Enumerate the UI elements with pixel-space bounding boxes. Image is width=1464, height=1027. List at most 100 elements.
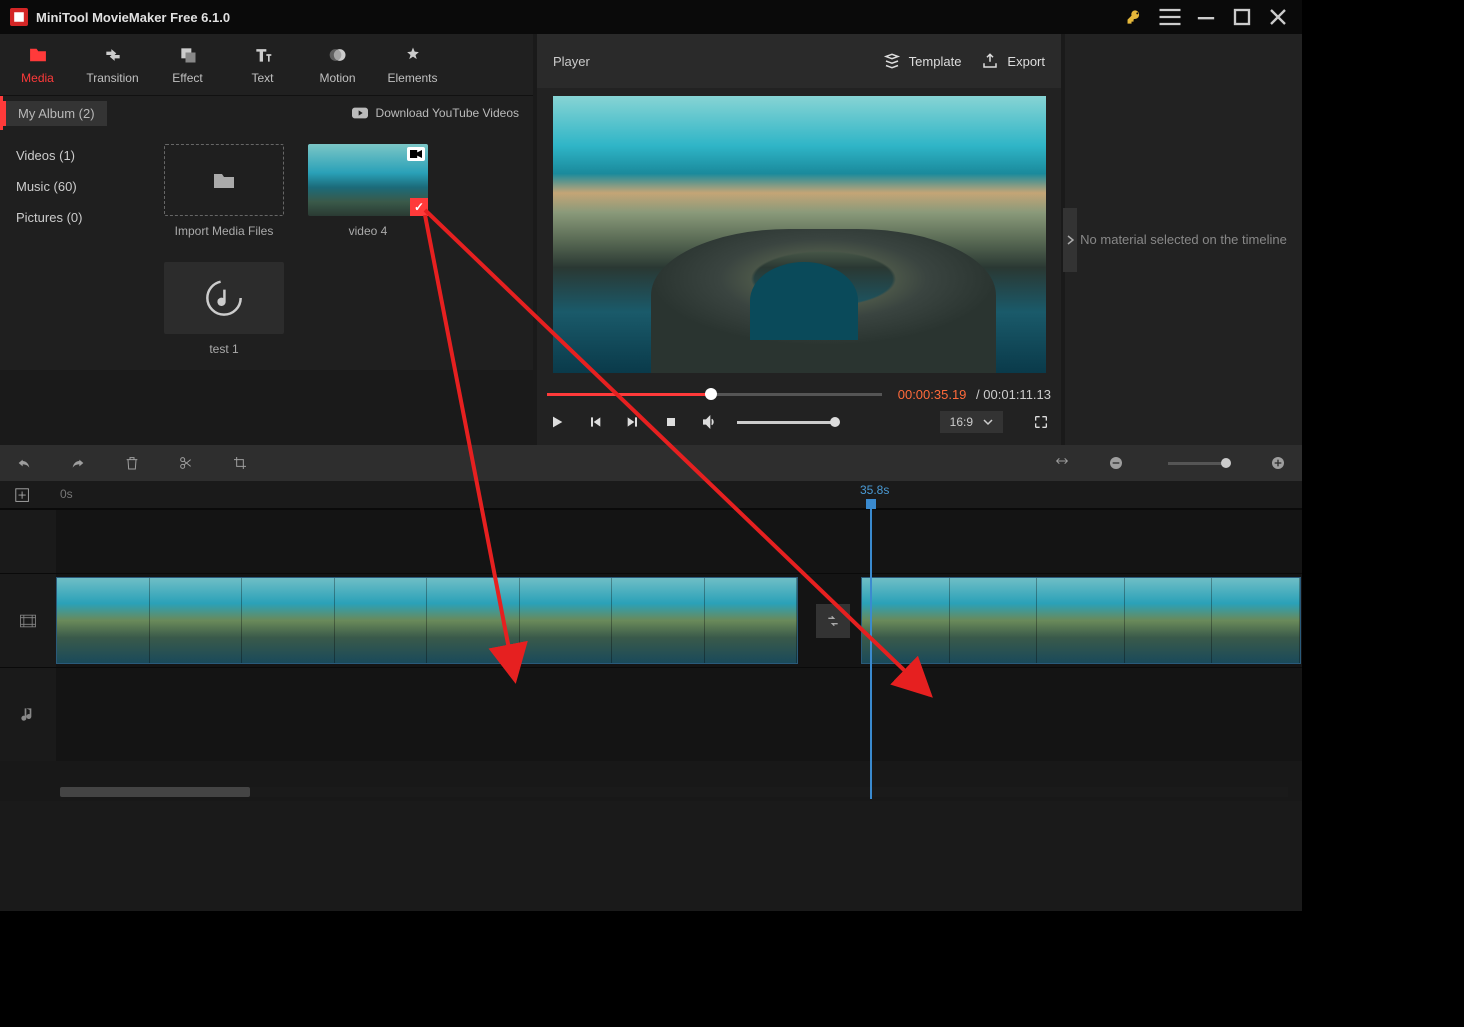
tab-label: Motion	[319, 71, 355, 85]
tab-label: Transition	[86, 71, 138, 85]
music-label: test 1	[209, 342, 238, 356]
tab-motion[interactable]: Motion	[300, 34, 375, 95]
stop-button[interactable]	[661, 412, 681, 432]
import-media-thumb[interactable]	[164, 144, 284, 216]
timeline-clip-2[interactable]	[861, 577, 1301, 664]
template-button[interactable]: Template	[883, 52, 962, 70]
ruler-zero: 0s	[60, 487, 73, 501]
tab-label: Elements	[387, 71, 437, 85]
timeline-scrollbar[interactable]	[60, 787, 1288, 797]
transition-slot[interactable]	[816, 604, 850, 638]
tab-media[interactable]: Media	[0, 34, 75, 95]
fullscreen-button[interactable]	[1031, 412, 1051, 432]
zoom-knob[interactable]	[1221, 458, 1231, 468]
delete-button[interactable]	[122, 453, 142, 473]
zoom-in-button[interactable]	[1268, 453, 1288, 473]
props-empty-text: No material selected on the timeline	[1080, 232, 1287, 247]
playhead-time: 35.8s	[860, 483, 889, 497]
tab-text[interactable]: Text	[225, 34, 300, 95]
app-icon	[10, 8, 28, 26]
export-label: Export	[1007, 54, 1045, 69]
audio-track-icon	[0, 668, 56, 761]
video-track-icon	[0, 574, 56, 667]
tab-effect[interactable]: Effect	[150, 34, 225, 95]
scrub-knob[interactable]	[705, 388, 717, 400]
overlay-track[interactable]	[0, 509, 1302, 573]
scrub-progress	[547, 393, 711, 396]
media-item-test1[interactable]: test 1	[164, 262, 284, 356]
audio-track[interactable]	[0, 667, 1302, 761]
download-youtube-link[interactable]: Download YouTube Videos	[352, 106, 519, 120]
app-title: MiniTool MovieMaker Free 6.1.0	[36, 10, 230, 25]
video-track[interactable]	[0, 573, 1302, 667]
player-panel: Player Template Export	[537, 34, 1061, 445]
template-label: Template	[909, 54, 962, 69]
titlebar: MiniTool MovieMaker Free 6.1.0	[0, 0, 1302, 34]
tab-label: Effect	[172, 71, 202, 85]
media-item-video4[interactable]: video 4	[308, 144, 428, 238]
video-preview[interactable]	[553, 96, 1046, 373]
next-frame-button[interactable]	[623, 412, 643, 432]
player-viewport	[537, 88, 1061, 373]
crop-button[interactable]	[230, 453, 250, 473]
menu-icon[interactable]	[1156, 3, 1184, 31]
prev-frame-button[interactable]	[585, 412, 605, 432]
scrollbar-thumb[interactable]	[60, 787, 250, 797]
timeline: 0s 35.8s	[0, 481, 1302, 801]
video-thumb[interactable]	[308, 144, 428, 216]
maximize-button[interactable]	[1228, 3, 1256, 31]
app-root: MiniTool MovieMaker Free 6.1.0 Media	[0, 0, 1302, 911]
fit-button[interactable]	[1052, 453, 1072, 473]
tab-label: Text	[251, 71, 273, 85]
timeline-ruler[interactable]: 0s 35.8s	[0, 481, 1302, 509]
zoom-slider[interactable]	[1168, 462, 1226, 465]
music-thumb[interactable]	[164, 262, 284, 334]
video-label: video 4	[349, 224, 388, 238]
player-title: Player	[553, 54, 863, 69]
undo-button[interactable]	[14, 453, 34, 473]
import-media-item[interactable]: Import Media Files	[164, 144, 284, 238]
album-sidebar: Videos (1) Music (60) Pictures (0)	[0, 130, 150, 370]
close-button[interactable]	[1264, 3, 1292, 31]
volume-knob[interactable]	[830, 417, 840, 427]
selected-check-icon	[410, 198, 428, 216]
add-track-button[interactable]	[14, 487, 32, 505]
tool-tabs: Media Transition Effect Text Motion	[0, 34, 533, 96]
sidebar-item-pictures[interactable]: Pictures (0)	[0, 202, 150, 233]
tab-label: Media	[21, 71, 54, 85]
zoom-out-button[interactable]	[1106, 453, 1126, 473]
expand-props-button[interactable]	[1063, 208, 1077, 272]
media-panel: My Album (2) Download YouTube Videos Vid…	[0, 96, 533, 370]
timeline-clip-1[interactable]	[56, 577, 798, 664]
sidebar-item-music[interactable]: Music (60)	[0, 171, 150, 202]
media-grid: Import Media Files video 4	[150, 130, 533, 370]
tab-transition[interactable]: Transition	[75, 34, 150, 95]
volume-icon[interactable]	[699, 412, 719, 432]
sidebar-item-videos[interactable]: Videos (1)	[0, 140, 150, 171]
redo-button[interactable]	[68, 453, 88, 473]
album-title[interactable]: My Album (2)	[3, 101, 107, 126]
ratio-value: 16:9	[950, 415, 973, 429]
split-button[interactable]	[176, 453, 196, 473]
aspect-ratio-select[interactable]: 16:9	[940, 411, 1003, 433]
import-label: Import Media Files	[175, 224, 274, 238]
player-header: Player Template Export	[537, 34, 1061, 88]
player-controls: 00:00:35.19 / 00:01:11.13	[537, 373, 1061, 445]
scrub-bar[interactable]: 00:00:35.19 / 00:01:11.13	[547, 391, 1051, 397]
playhead-handle[interactable]	[866, 499, 876, 509]
properties-panel: No material selected on the timeline	[1065, 34, 1302, 445]
timeline-toolbar	[0, 445, 1302, 481]
download-label: Download YouTube Videos	[376, 106, 519, 120]
playhead-line[interactable]	[870, 509, 872, 799]
play-button[interactable]	[547, 412, 567, 432]
time-display: 00:00:35.19 / 00:01:11.13	[898, 387, 1051, 402]
scrub-track[interactable]	[547, 393, 882, 396]
time-current: 00:00:35.19	[898, 387, 967, 402]
volume-slider[interactable]	[737, 421, 837, 424]
license-key-icon[interactable]	[1120, 3, 1148, 31]
minimize-button[interactable]	[1192, 3, 1220, 31]
tab-elements[interactable]: Elements	[375, 34, 450, 95]
album-header: My Album (2) Download YouTube Videos	[0, 96, 533, 130]
time-duration: / 00:01:11.13	[976, 387, 1051, 402]
export-button[interactable]: Export	[981, 52, 1045, 70]
